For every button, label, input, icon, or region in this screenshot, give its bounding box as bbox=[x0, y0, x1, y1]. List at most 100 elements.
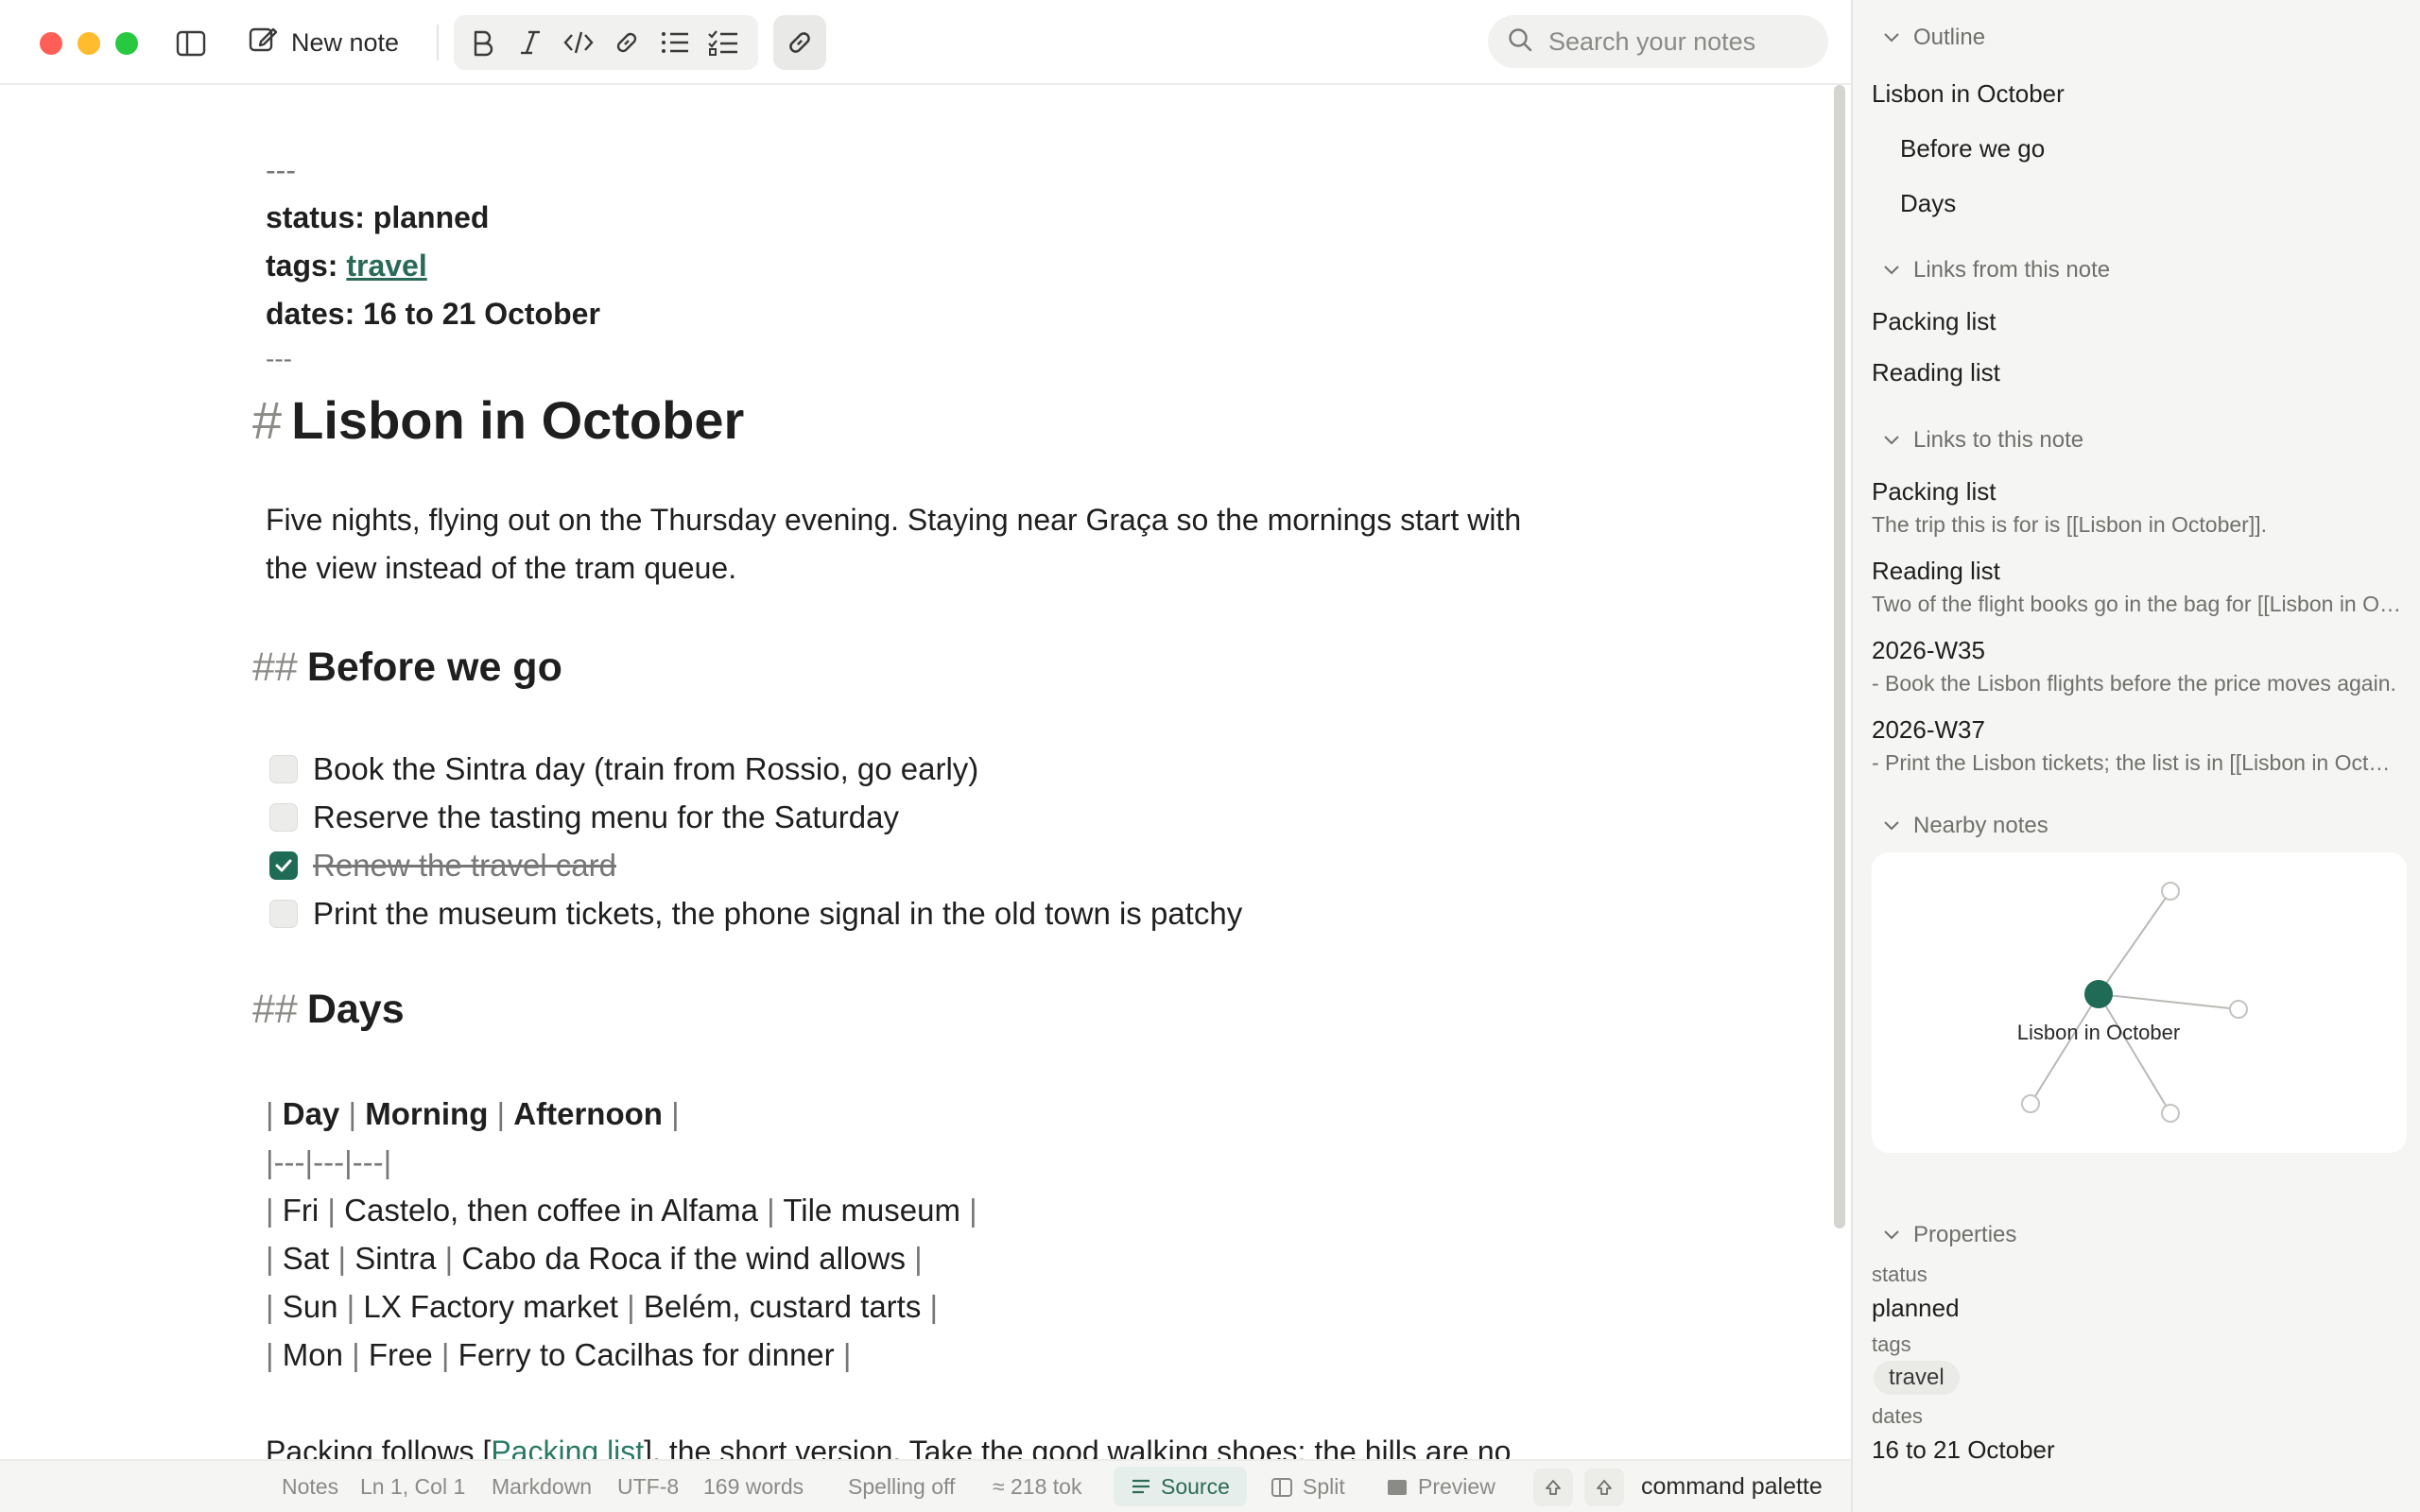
status-token-count: ≈ 218 tok bbox=[993, 1474, 1082, 1499]
property-tag-chip[interactable]: travel bbox=[1874, 1361, 1960, 1395]
command-key-button[interactable] bbox=[1584, 1469, 1624, 1506]
nearby-notes-section-header[interactable]: Nearby notes bbox=[1883, 813, 2048, 839]
split-view-icon bbox=[1271, 1477, 1292, 1497]
code-icon[interactable] bbox=[560, 24, 597, 61]
properties-section-header[interactable]: Properties bbox=[1883, 1222, 2016, 1248]
graph-node[interactable] bbox=[2161, 1104, 2180, 1123]
frontmatter-tags-key: tags: bbox=[266, 249, 338, 283]
table-header-cell: Afternoon bbox=[513, 1096, 663, 1131]
properties-title: Properties bbox=[1913, 1222, 2017, 1247]
task-text: Print the museum tickets, the phone sign… bbox=[313, 896, 1243, 931]
task-item: Print the museum tickets, the phone sign… bbox=[269, 895, 1242, 933]
view-preview-label: Preview bbox=[1418, 1474, 1495, 1499]
packing-paragraph: Packing follows [Packing list], the shor… bbox=[266, 1435, 1511, 1459]
search-icon bbox=[1507, 26, 1533, 58]
task-item: Reserve the tasting menu for the Saturda… bbox=[269, 799, 899, 836]
zoom-window-button[interactable] bbox=[115, 32, 138, 55]
backlink-snippet: The trip this is for is [[Lisbon in Octo… bbox=[1872, 512, 2267, 537]
intro-paragraph-line-2: the view instead of the tram queue. bbox=[266, 551, 737, 585]
graph-node-current[interactable] bbox=[2084, 980, 2113, 1008]
graph-node[interactable] bbox=[2229, 1000, 2248, 1019]
table-header-cell: Morning bbox=[365, 1096, 489, 1131]
view-preview-button[interactable]: Preview bbox=[1386, 1474, 1495, 1500]
editor-pane[interactable]: --- status: planned tags: travel dates: … bbox=[0, 85, 1851, 1459]
view-split-button[interactable]: Split bbox=[1270, 1474, 1345, 1500]
task-item: Book the Sintra day (train from Rossio, … bbox=[269, 750, 978, 788]
backlink-snippet: - Print the Lisbon tickets; the list is … bbox=[1872, 750, 2401, 775]
chevron-down-icon bbox=[1884, 821, 1899, 831]
property-key-status: status bbox=[1872, 1263, 1927, 1286]
backlink-snippet: - Book the Lisbon flights before the pri… bbox=[1872, 671, 2396, 696]
italic-icon[interactable] bbox=[511, 24, 549, 61]
backlink-title[interactable]: 2026-W35 bbox=[1872, 636, 1985, 665]
frontmatter-tags: tags: travel bbox=[266, 249, 427, 284]
view-split-label: Split bbox=[1303, 1474, 1345, 1499]
status-word-count: 169 words bbox=[703, 1474, 804, 1499]
graph-node[interactable] bbox=[2021, 1094, 2040, 1113]
backlink-title[interactable]: Packing list bbox=[1872, 477, 1996, 507]
bold-icon[interactable] bbox=[463, 24, 501, 61]
command-palette-hint[interactable]: command palette bbox=[1641, 1473, 1823, 1501]
insert-link-button[interactable] bbox=[773, 15, 826, 70]
task-checkbox[interactable] bbox=[269, 755, 298, 783]
links-from-section-header[interactable]: Links from this note bbox=[1883, 257, 2110, 284]
heading-text: Days bbox=[306, 987, 405, 1032]
outline-item-h1[interactable]: Lisbon in October bbox=[1872, 79, 2065, 109]
sidebar-toggle-icon[interactable] bbox=[172, 25, 210, 62]
backlinks-section-header[interactable]: Links to this note bbox=[1883, 427, 2083, 454]
graph-edge bbox=[2098, 890, 2171, 995]
property-key-tags: tags bbox=[1872, 1332, 1911, 1356]
property-value-status[interactable]: planned bbox=[1872, 1294, 1960, 1323]
outline-item-before-we-go[interactable]: Before we go bbox=[1900, 134, 2045, 163]
outgoing-link-reading-list[interactable]: Reading list bbox=[1872, 358, 2000, 387]
outline-item-days[interactable]: Days bbox=[1900, 189, 1956, 218]
nearby-notes-graph[interactable]: Lisbon in October bbox=[1872, 852, 2407, 1153]
editor-scrollbar[interactable] bbox=[1834, 85, 1845, 1228]
close-window-button[interactable] bbox=[40, 32, 62, 55]
heading-marker: ## bbox=[252, 987, 298, 1032]
compose-icon bbox=[248, 25, 278, 61]
backlink-title[interactable]: Reading list bbox=[1872, 557, 2000, 586]
task-checkbox[interactable] bbox=[269, 900, 298, 928]
top-toolbar: New note bbox=[0, 0, 1851, 85]
shift-command-button[interactable] bbox=[1533, 1469, 1573, 1506]
heading-before-we-go: ## Before we go bbox=[252, 644, 562, 691]
chevron-down-icon bbox=[1884, 33, 1899, 43]
graph-node[interactable] bbox=[2161, 882, 2180, 901]
search-box[interactable] bbox=[1488, 15, 1828, 68]
status-folder[interactable]: Notes bbox=[282, 1474, 338, 1500]
lines-icon bbox=[1132, 1479, 1150, 1494]
preview-icon bbox=[1388, 1479, 1407, 1495]
view-source-button[interactable]: Source bbox=[1114, 1467, 1247, 1506]
graph-edge bbox=[2030, 993, 2100, 1105]
heading-marker: ## bbox=[252, 644, 298, 690]
wikilink-packing-list[interactable]: Packing list bbox=[491, 1435, 644, 1459]
note-title-text: Lisbon in October bbox=[291, 390, 745, 450]
outline-section-header[interactable]: Outline bbox=[1883, 25, 1985, 51]
shift-icon bbox=[1597, 1480, 1612, 1495]
task-checkbox[interactable] bbox=[269, 803, 298, 832]
status-encoding[interactable]: UTF-8 bbox=[617, 1474, 679, 1500]
tag-link-travel[interactable]: travel bbox=[346, 249, 426, 283]
task-text: Book the Sintra day (train from Rossio, … bbox=[313, 751, 979, 786]
status-cursor-position[interactable]: Ln 1, Col 1 bbox=[360, 1474, 465, 1500]
backlink-title[interactable]: 2026-W37 bbox=[1872, 715, 1985, 745]
bulleted-list-icon[interactable] bbox=[656, 24, 694, 61]
graph-edge bbox=[2098, 993, 2239, 1010]
task-item: Renew the travel card bbox=[269, 847, 616, 885]
outgoing-link-packing-list[interactable]: Packing list bbox=[1872, 307, 1996, 336]
status-spelling[interactable]: Spelling off bbox=[848, 1474, 955, 1500]
status-language-mode[interactable]: Markdown bbox=[492, 1474, 592, 1500]
property-value-dates[interactable]: 16 to 21 October bbox=[1872, 1435, 2055, 1465]
checklist-icon[interactable] bbox=[704, 24, 742, 61]
packing-text-suffix: ], the short version. Take the good walk… bbox=[644, 1435, 1512, 1459]
backlink-snippet: Two of the flight books go in the bag fo… bbox=[1872, 592, 2401, 616]
shift-icon bbox=[1546, 1480, 1561, 1495]
search-input[interactable] bbox=[1548, 26, 1813, 57]
task-checkbox-checked[interactable] bbox=[269, 851, 298, 880]
toolbar-divider bbox=[437, 25, 439, 60]
link-icon[interactable] bbox=[608, 24, 646, 61]
graph-canvas[interactable]: Lisbon in October bbox=[1872, 852, 2407, 1153]
new-note-button[interactable]: New note bbox=[248, 21, 399, 64]
minimize-window-button[interactable] bbox=[78, 32, 100, 55]
